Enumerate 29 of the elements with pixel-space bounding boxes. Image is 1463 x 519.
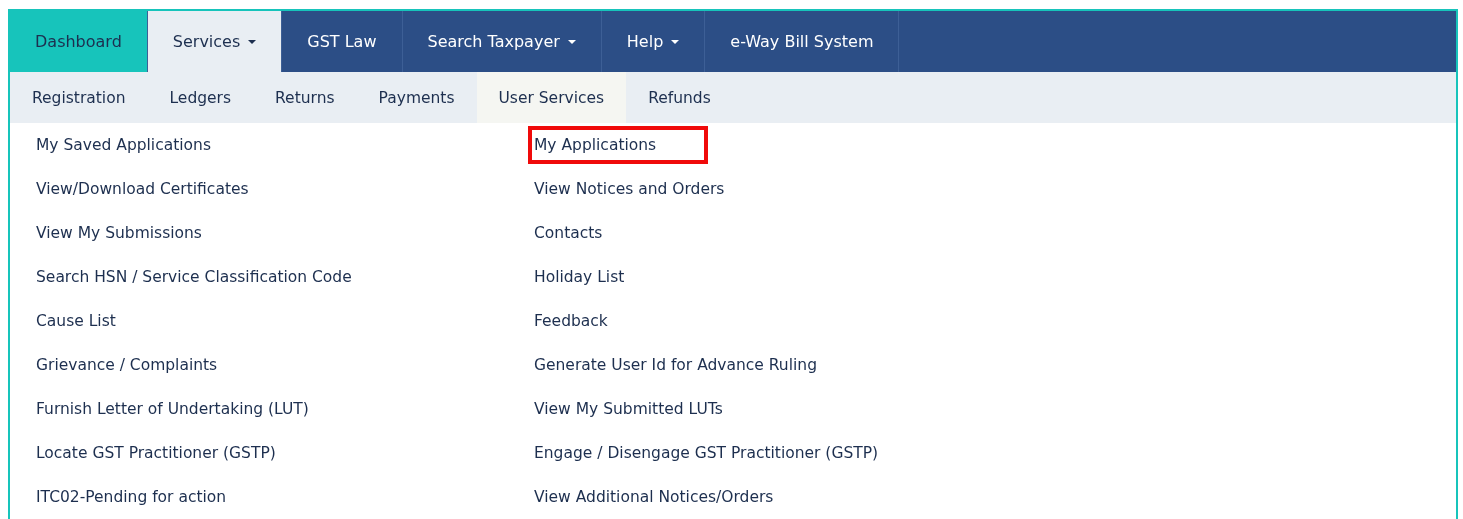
menu-link[interactable]: My Saved Applications bbox=[30, 126, 223, 164]
menu-link[interactable]: Feedback bbox=[528, 302, 620, 340]
menu-link[interactable]: View/Download Certificates bbox=[30, 170, 261, 208]
menu-link[interactable]: Grievance / Complaints bbox=[30, 346, 230, 384]
caret-icon bbox=[671, 39, 680, 44]
menu-link[interactable]: View Additional Notices/Orders bbox=[528, 478, 786, 516]
menu-link[interactable]: View My Submitted LUTs bbox=[528, 390, 735, 428]
sub-nav-tab[interactable]: Registration bbox=[10, 72, 148, 123]
menu-link[interactable]: View My Submissions bbox=[30, 214, 214, 252]
menu-link[interactable]: Engage / Disengage GST Practitioner (GSTP) bbox=[528, 434, 891, 472]
caret-icon bbox=[248, 39, 257, 44]
menu-link[interactable]: ITC02-Pending for action bbox=[30, 478, 239, 516]
menu-link[interactable]: Holiday List bbox=[528, 258, 637, 296]
sub-nav-tab[interactable]: Payments bbox=[356, 72, 477, 123]
sub-nav-tab[interactable]: Refunds bbox=[626, 72, 733, 123]
menu-link[interactable]: Generate User Id for Advance Ruling bbox=[528, 346, 829, 384]
menu-link[interactable]: Locate GST Practitioner (GSTP) bbox=[30, 434, 288, 472]
caret-icon bbox=[567, 39, 576, 44]
menu-link[interactable]: Cause List bbox=[30, 302, 128, 340]
menu-link[interactable]: View Notices and Orders bbox=[528, 170, 737, 208]
sub-nav-tab[interactable]: Ledgers bbox=[147, 72, 254, 123]
menu-link[interactable]: Search HSN / Service Classification Code bbox=[30, 258, 364, 296]
nav-tab[interactable]: Dashboard bbox=[10, 11, 148, 72]
sub-nav-tab[interactable]: Returns bbox=[253, 72, 357, 123]
sub-nav-tab[interactable]: User Services bbox=[476, 72, 627, 123]
nav-tab[interactable]: Services bbox=[147, 11, 283, 72]
menu-link[interactable]: My Applications bbox=[528, 126, 709, 164]
menu-link[interactable]: Furnish Letter of Undertaking (LUT) bbox=[30, 390, 321, 428]
menu-link[interactable]: Contacts bbox=[528, 214, 615, 252]
